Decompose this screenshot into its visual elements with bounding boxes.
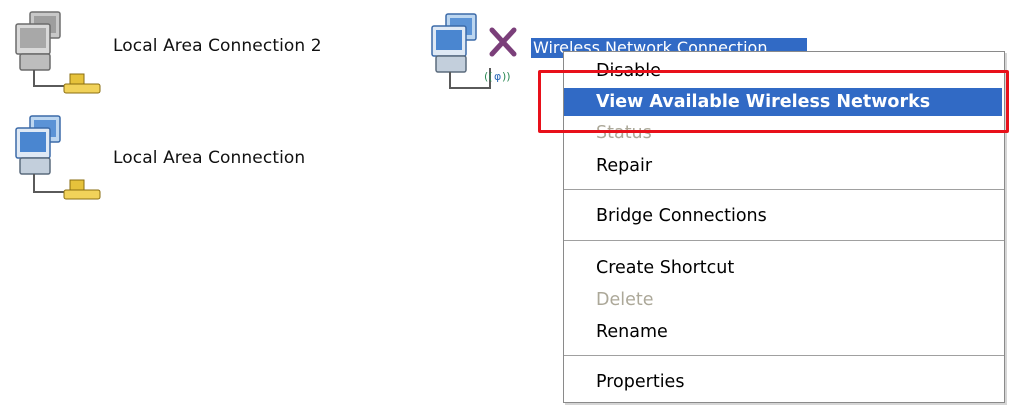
network-connections-window: Local Area Connection 2 Local Area Conne… [0, 0, 1013, 405]
svg-text:)): )) [502, 70, 511, 83]
svg-text:((: (( [484, 70, 493, 83]
menu-separator [564, 189, 1004, 190]
lan-connection-icon [15, 115, 101, 200]
svg-text:φ: φ [494, 70, 501, 83]
lan-connection-icon [15, 11, 101, 94]
menu-item-repair[interactable]: Repair [564, 153, 1002, 179]
menu-separator [564, 355, 1004, 356]
menu-item-properties[interactable]: Properties [564, 369, 1002, 395]
wireless-connection-disabled-icon: (( φ )) [431, 13, 517, 89]
connection-label-lan: Local Area Connection [113, 148, 306, 168]
menu-item-create-shortcut[interactable]: Create Shortcut [564, 255, 1002, 281]
menu-separator [564, 240, 1004, 241]
connection-item-wireless[interactable]: (( φ )) [428, 8, 538, 98]
highlight-annotation-box [538, 70, 1009, 133]
connection-item-lan[interactable]: Local Area Connection [10, 112, 340, 206]
menu-item-delete[interactable]: Delete [564, 287, 1002, 313]
menu-item-bridge-connections[interactable]: Bridge Connections [564, 203, 1002, 229]
connection-item-lan-2[interactable]: Local Area Connection 2 [10, 8, 340, 98]
connection-label-lan-2: Local Area Connection 2 [113, 36, 322, 56]
menu-item-rename[interactable]: Rename [564, 319, 1002, 345]
